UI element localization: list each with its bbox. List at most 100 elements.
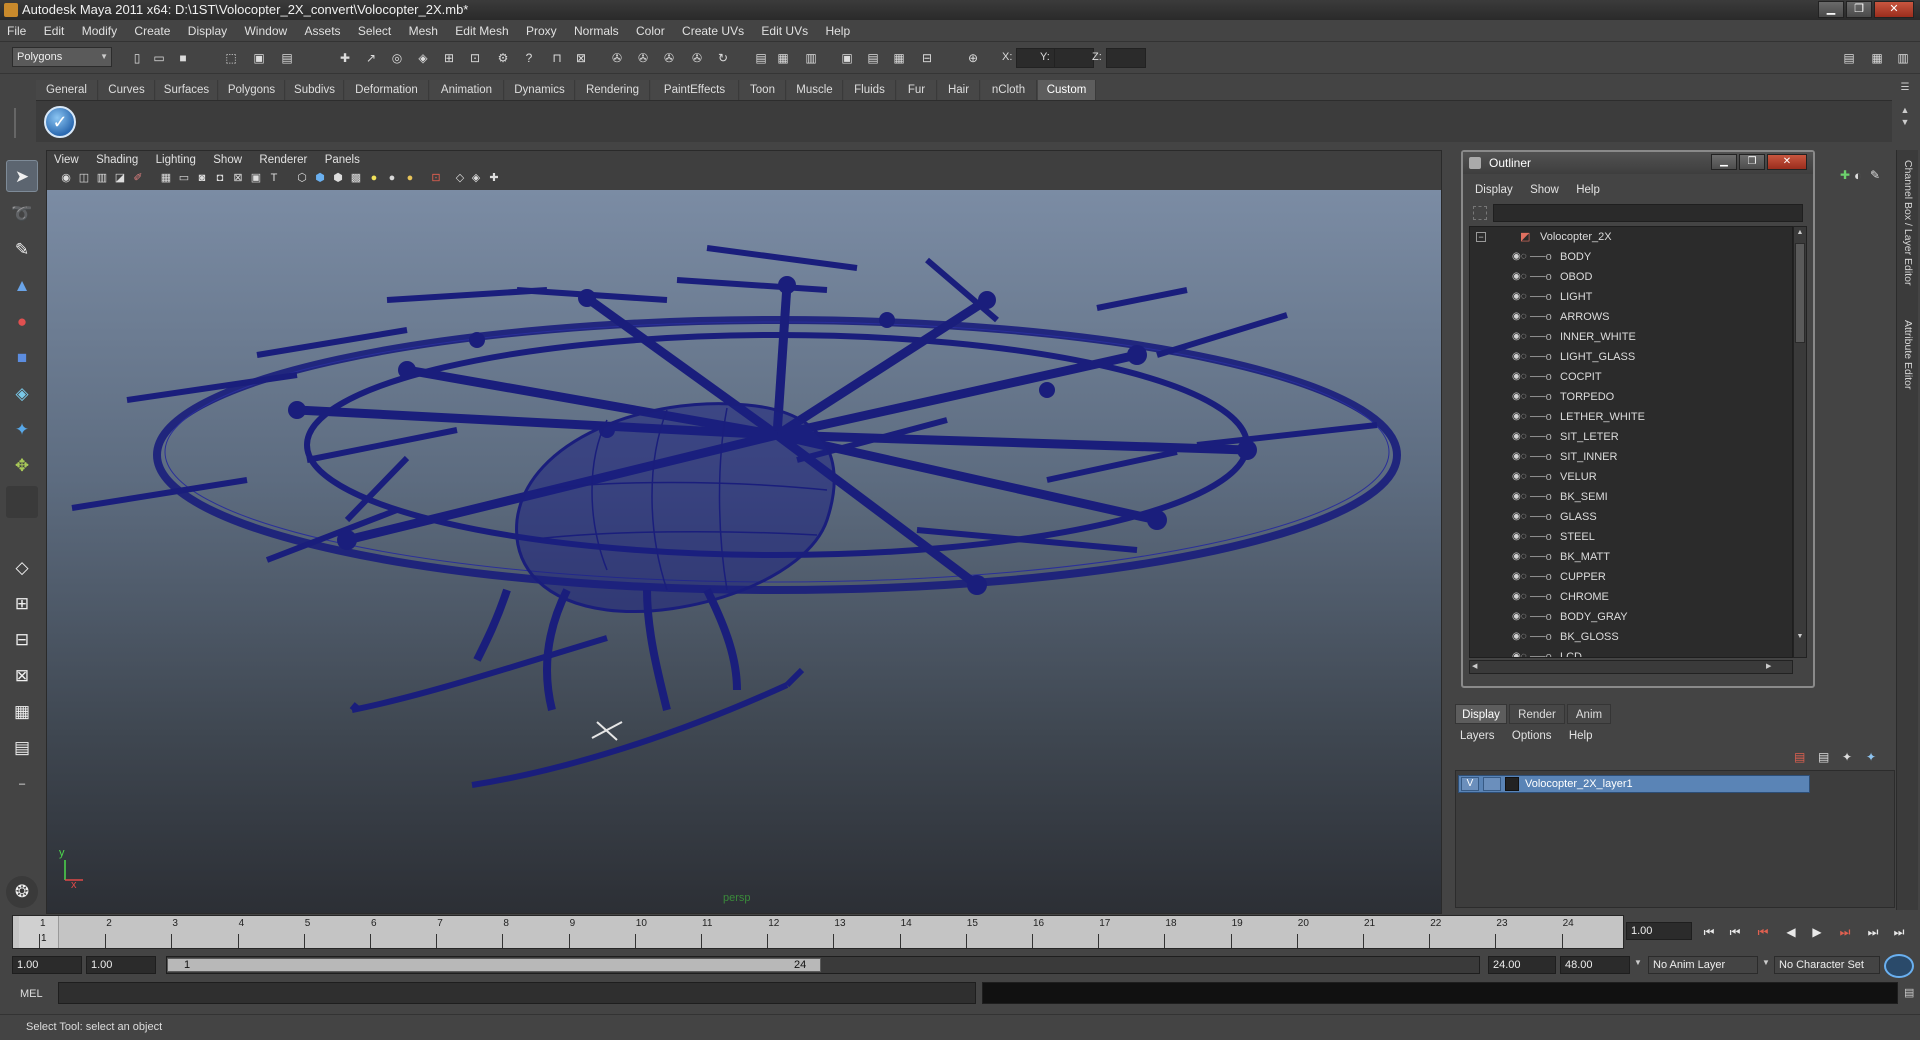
shelf-tab-deformation[interactable]: Deformation	[345, 80, 429, 100]
shelf-tab-animation[interactable]: Animation	[430, 80, 504, 100]
range-slider[interactable]: 1 24	[166, 956, 1480, 974]
use-all-lights-icon[interactable]: ●	[384, 170, 400, 186]
menu-edit[interactable]: Edit	[37, 20, 72, 42]
range-slider-handle[interactable]: 1 24	[167, 958, 821, 972]
channel-box-edit-icon[interactable]: ✎	[1870, 168, 1880, 182]
character-set-dropdown-icon[interactable]: ▼	[1762, 958, 1770, 967]
outliner-item[interactable]: ◉◌ ──o STEEL	[1470, 527, 1790, 547]
scale-tool-icon[interactable]: ■	[6, 342, 38, 374]
shelf-tab-rendering[interactable]: Rendering	[576, 80, 650, 100]
input-output-icon[interactable]: ⊠	[572, 49, 590, 67]
layer-menu-help[interactable]: Help	[1569, 730, 1593, 742]
outliner-minimize-button[interactable]: ▁	[1711, 154, 1737, 170]
absolute-transform-icon[interactable]: ⊕	[964, 49, 982, 67]
anim-layer-selector[interactable]: No Anim Layer	[1648, 956, 1758, 974]
step-back-frame-icon[interactable]: ⏮	[1752, 924, 1774, 940]
checkmark-icon[interactable]: ✓	[44, 106, 76, 138]
attribute-editor-toggle-icon[interactable]: ▥	[802, 49, 820, 67]
persp-graph-layout-icon[interactable]: ⊠	[6, 660, 38, 692]
wireframe-shading-icon[interactable]: ⬡	[294, 170, 310, 186]
menu-color[interactable]: Color	[629, 20, 672, 42]
viewport-menu-shading[interactable]: Shading	[96, 154, 138, 166]
menu-assets[interactable]: Assets	[298, 20, 348, 42]
outliner-search-input[interactable]	[1493, 204, 1803, 222]
menu-create[interactable]: Create	[127, 20, 177, 42]
outliner-item[interactable]: ◉◌ ──o LIGHT	[1470, 287, 1790, 307]
outliner-close-button[interactable]: ✕	[1767, 154, 1807, 170]
snap-view-plane-icon[interactable]: ◈	[414, 49, 432, 67]
show-channel-box-icon[interactable]: ▥	[1894, 49, 1912, 67]
current-time-field[interactable]: 1.00	[1626, 922, 1692, 940]
camera-attributes-icon[interactable]: ◫	[76, 170, 92, 186]
scroll-right-icon[interactable]: ▶	[1766, 662, 1771, 670]
lasso-tool-icon[interactable]: ➰	[6, 198, 38, 230]
outliner-item[interactable]: ◉◌ ──o GLASS	[1470, 507, 1790, 527]
create-layer-from-selected-icon[interactable]: ✦	[1866, 750, 1876, 764]
step-forward-frame-icon[interactable]: ⏭	[1834, 924, 1856, 940]
viewport-menu-panels[interactable]: Panels	[325, 154, 360, 166]
select-tool-icon[interactable]: ➤	[6, 160, 38, 192]
anim-layer-dropdown-icon[interactable]: ▼	[1634, 958, 1642, 967]
menu-set-selector[interactable]: Polygons	[12, 47, 112, 67]
select-camera-icon[interactable]: ◉	[58, 170, 74, 186]
create-layer-icon[interactable]: ✦	[1842, 750, 1852, 764]
shelf-tab-polygons[interactable]: Polygons	[219, 80, 285, 100]
x-field[interactable]	[1016, 48, 1056, 68]
xray-components-icon[interactable]: ✚	[486, 170, 502, 186]
channel-box-info-icon[interactable]: ◐	[1854, 168, 1862, 183]
auto-key-icon[interactable]	[1884, 954, 1914, 978]
viewport-menu-show[interactable]: Show	[213, 154, 242, 166]
snap-point-icon[interactable]: ◎	[388, 49, 406, 67]
construction-history-icon[interactable]: ⚙	[494, 49, 512, 67]
menu-help[interactable]: Help	[818, 20, 857, 42]
outliner-item[interactable]: ◉◌ ──o OBOD	[1470, 267, 1790, 287]
step-forward-key-icon[interactable]: ⏭	[1862, 924, 1884, 940]
modeling-toolkit-icon[interactable]: ▦	[890, 49, 908, 67]
go-to-end-icon[interactable]: ⏭	[1888, 924, 1910, 940]
shelf-tab-curves[interactable]: Curves	[99, 80, 155, 100]
outliner-item[interactable]: ◉◌ ──o BK_MATT	[1470, 547, 1790, 567]
layer-color-swatch[interactable]	[1505, 777, 1519, 791]
shelf-tab-surfaces[interactable]: Surfaces	[156, 80, 218, 100]
outliner-menu-help[interactable]: Help	[1576, 184, 1600, 196]
outliner-item[interactable]: ◉◌ ──o BK_GLOSS	[1470, 627, 1790, 647]
snap-curve-icon[interactable]: ↗	[362, 49, 380, 67]
outliner-item[interactable]: ◉◌ ──o COCPIT	[1470, 367, 1790, 387]
four-view-layout-icon[interactable]: ⊞	[6, 588, 38, 620]
outliner-item[interactable]: ◉◌ ──o CUPPER	[1470, 567, 1790, 587]
move-tool-icon[interactable]: ▲	[6, 270, 38, 302]
transform-mode-icon[interactable]: ⊟	[918, 49, 936, 67]
xray-joints-icon[interactable]: ◈	[468, 170, 484, 186]
single-perspective-layout-icon[interactable]: ◇	[6, 552, 38, 584]
start-time-field[interactable]: 1.00	[12, 956, 82, 974]
show-attribute-editor-icon[interactable]: ▤	[1840, 49, 1858, 67]
new-scene-icon[interactable]: ▯	[128, 49, 146, 67]
play-forwards-icon[interactable]: ▶	[1806, 924, 1828, 940]
shelf-tab-custom[interactable]: Custom	[1038, 80, 1096, 100]
shelf-tab-general[interactable]: General	[36, 80, 98, 100]
scroll-thumb[interactable]	[1795, 243, 1805, 343]
film-gate-icon[interactable]: ▭	[176, 170, 192, 186]
scroll-down-icon[interactable]: ▼	[1795, 633, 1805, 643]
graph-layout-icon[interactable]: ▤	[6, 732, 38, 764]
outliner-menu-display[interactable]: Display	[1475, 184, 1513, 196]
show-manipulator-icon[interactable]: ✥	[6, 450, 38, 482]
menu-create-uvs[interactable]: Create UVs	[675, 20, 751, 42]
channel-box-key-icon[interactable]: ✚	[1840, 168, 1850, 182]
render-sequence-icon[interactable]: ▦	[774, 49, 792, 67]
shelf-tab-muscle[interactable]: Muscle	[787, 80, 843, 100]
outliner-item[interactable]: ◉◌ ──o BODY_GRAY	[1470, 607, 1790, 627]
menu-proxy[interactable]: Proxy	[519, 20, 564, 42]
shelf-tab-painteffects[interactable]: PaintEffects	[651, 80, 739, 100]
open-scene-icon[interactable]: ▭	[150, 49, 168, 67]
side-tab-channel-box[interactable]: Channel Box / Layer Editor	[1902, 160, 1914, 286]
menu-select[interactable]: Select	[351, 20, 398, 42]
menu-edit-mesh[interactable]: Edit Mesh	[448, 20, 515, 42]
side-tab-attribute-editor[interactable]: Attribute Editor	[1902, 320, 1914, 389]
outliner-menu-show[interactable]: Show	[1530, 184, 1559, 196]
layer-menu-layers[interactable]: Layers	[1460, 730, 1495, 742]
isolate-select-icon[interactable]: ⊡	[428, 170, 444, 186]
help-icon[interactable]: ?	[520, 49, 538, 67]
grid-icon[interactable]: ▦	[158, 170, 174, 186]
make-live-icon[interactable]: ⊞	[440, 49, 458, 67]
